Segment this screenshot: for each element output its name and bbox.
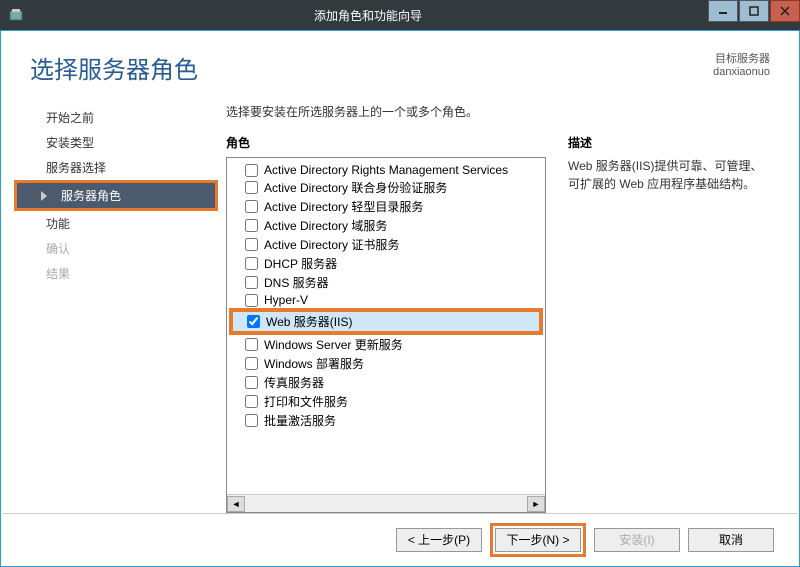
role-highlight: Web 服务器(IIS)	[229, 308, 543, 335]
nav-installation-type[interactable]: 安装类型	[2, 130, 222, 155]
role-item-fax[interactable]: 传真服务器	[227, 373, 545, 392]
next-button[interactable]: 下一步(N) >	[495, 528, 581, 552]
roles-column: 角色 Active Directory Rights Management Se…	[226, 134, 546, 513]
role-checkbox[interactable]	[245, 276, 258, 289]
target-info: 目标服务器 danxiaonuo	[713, 50, 770, 85]
role-checkbox[interactable]	[247, 315, 260, 328]
window-title: 添加角色和功能向导	[28, 7, 708, 24]
role-checkbox[interactable]	[245, 181, 258, 194]
role-item-iis[interactable]: Web 服务器(IIS)	[233, 312, 539, 331]
nav-server-roles[interactable]: 服务器角色	[17, 183, 215, 208]
role-item-dhcp[interactable]: DHCP 服务器	[227, 254, 545, 273]
nav-results: 结果	[2, 261, 222, 286]
role-item-adds[interactable]: Active Directory 域服务	[227, 216, 545, 235]
content-frame: 选择服务器角色 目标服务器 danxiaonuo 开始之前 安装类型 服务器选择…	[0, 30, 800, 567]
roles-label: 角色	[226, 134, 546, 151]
description-label: 描述	[568, 134, 770, 151]
nav-before-you-begin[interactable]: 开始之前	[2, 105, 222, 130]
role-item-wds[interactable]: Windows 部署服务	[227, 354, 545, 373]
description-text: Web 服务器(IIS)提供可靠、可管理、可扩展的 Web 应用程序基础结构。	[568, 157, 770, 193]
titlebar-buttons	[708, 0, 800, 30]
previous-button[interactable]: < 上一步(P)	[396, 528, 482, 552]
role-checkbox[interactable]	[245, 395, 258, 408]
role-item-adrms[interactable]: Active Directory Rights Management Servi…	[227, 162, 545, 178]
role-item-hyperv[interactable]: Hyper-V	[227, 292, 545, 308]
role-item-adfs[interactable]: Active Directory 联合身份验证服务	[227, 178, 545, 197]
close-button[interactable]	[770, 0, 800, 22]
roles-listbox: Active Directory Rights Management Servi…	[226, 157, 546, 513]
role-checkbox[interactable]	[245, 376, 258, 389]
scroll-right-button[interactable]: ►	[527, 496, 545, 512]
roles-list[interactable]: Active Directory Rights Management Servi…	[227, 158, 545, 494]
nav-features[interactable]: 功能	[2, 211, 222, 236]
app-icon	[8, 7, 24, 23]
titlebar: 添加角色和功能向导	[0, 0, 800, 30]
description-column: 描述 Web 服务器(IIS)提供可靠、可管理、可扩展的 Web 应用程序基础结…	[546, 134, 770, 513]
role-checkbox[interactable]	[245, 257, 258, 270]
header: 选择服务器角色 目标服务器 danxiaonuo	[2, 32, 798, 95]
wizard-footer: < 上一步(P) 下一步(N) > 安装(I) 取消	[2, 513, 798, 565]
nav-confirmation: 确认	[2, 236, 222, 261]
page-title: 选择服务器角色	[30, 50, 713, 85]
role-checkbox[interactable]	[245, 414, 258, 427]
role-item-print[interactable]: 打印和文件服务	[227, 392, 545, 411]
maximize-button[interactable]	[739, 0, 769, 22]
scroll-left-button[interactable]: ◄	[227, 496, 245, 512]
role-item-adcs[interactable]: Active Directory 证书服务	[227, 235, 545, 254]
cancel-button[interactable]: 取消	[688, 528, 774, 552]
horizontal-scrollbar[interactable]: ◄ ►	[227, 494, 545, 512]
role-checkbox[interactable]	[245, 294, 258, 307]
role-checkbox[interactable]	[245, 338, 258, 351]
role-item-adlds[interactable]: Active Directory 轻型目录服务	[227, 197, 545, 216]
role-checkbox[interactable]	[245, 219, 258, 232]
main-panel: 选择要安装在所选服务器上的一个或多个角色。 角色 Active Director…	[222, 95, 798, 513]
role-checkbox[interactable]	[245, 357, 258, 370]
role-checkbox[interactable]	[245, 238, 258, 251]
role-item-dns[interactable]: DNS 服务器	[227, 273, 545, 292]
instruction-text: 选择要安装在所选服务器上的一个或多个角色。	[226, 103, 770, 120]
wizard-sidebar: 开始之前 安装类型 服务器选择 服务器角色 功能 确认 结果	[2, 95, 222, 513]
nav-highlight: 服务器角色	[14, 180, 218, 211]
target-label: 目标服务器	[713, 50, 770, 66]
target-server: danxiaonuo	[713, 66, 770, 78]
role-checkbox[interactable]	[245, 164, 258, 177]
install-button: 安装(I)	[594, 528, 680, 552]
next-highlight: 下一步(N) >	[490, 523, 586, 557]
role-item-volume-activation[interactable]: 批量激活服务	[227, 411, 545, 430]
nav-server-selection[interactable]: 服务器选择	[2, 155, 222, 180]
role-checkbox[interactable]	[245, 200, 258, 213]
role-item-wsus[interactable]: Windows Server 更新服务	[227, 335, 545, 354]
minimize-button[interactable]	[708, 0, 738, 22]
